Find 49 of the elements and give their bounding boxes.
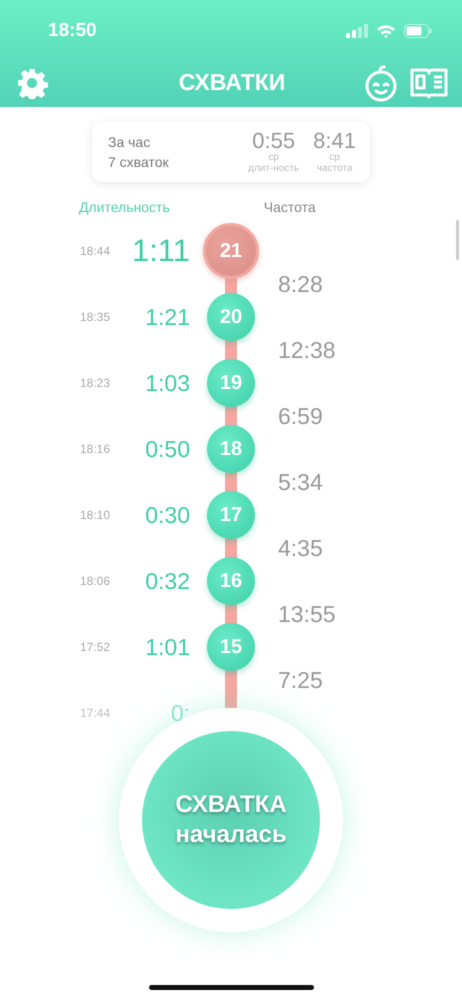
stat-caption: ср	[329, 153, 340, 163]
battery-icon	[404, 24, 432, 38]
contraction-node[interactable]: 18	[207, 425, 255, 473]
settings-icon	[16, 66, 48, 98]
start-time: 17:44	[78, 706, 110, 720]
open-book-icon	[410, 66, 448, 98]
duration-heading: Длительность	[79, 199, 170, 215]
contraction-count: 7 схваток	[108, 154, 170, 170]
stat-caption: длит-ность	[248, 164, 300, 174]
duration-value: 1:11	[130, 233, 190, 269]
signal-icon	[346, 24, 368, 38]
duration-value: 0:50	[144, 436, 190, 462]
contraction-node[interactable]: 16	[207, 557, 255, 605]
start-time: 18:06	[78, 574, 110, 588]
duration-value: 1:03	[144, 370, 190, 396]
interval-value: 5:34	[277, 468, 324, 496]
interval-value: 8:28	[277, 270, 324, 298]
period-label: За час	[108, 134, 152, 150]
start-time: 18:23	[78, 376, 110, 390]
contraction-node[interactable]: 17	[207, 491, 255, 539]
duration-value: 0:32	[144, 568, 190, 594]
stat-value: 0:55	[252, 130, 296, 152]
start-time: 18:10	[78, 508, 110, 522]
duration-value: 0:30	[144, 502, 190, 528]
status-time: 18:50	[48, 20, 97, 42]
interval-value: 7:25	[277, 666, 324, 694]
duration-value: 1:01	[144, 634, 190, 660]
scroll-indicator	[456, 220, 459, 260]
stat-caption: частота	[316, 164, 352, 174]
contraction-node[interactable]: 19	[207, 359, 255, 407]
contraction-node[interactable]: 21	[203, 223, 259, 279]
start-time: 18:16	[78, 442, 110, 456]
duration-value: 1:21	[144, 304, 190, 330]
stat-caption: ср	[268, 153, 279, 163]
wifi-icon	[376, 24, 396, 38]
interval-value: 12:38	[277, 336, 337, 364]
start-time: 18:35	[78, 310, 110, 324]
interval-value: 4:35	[277, 534, 324, 562]
stat-value: 8:41	[313, 130, 356, 152]
book-button[interactable]	[410, 66, 448, 98]
frequency-heading: Частота	[264, 199, 316, 215]
contraction-node[interactable]: 15	[207, 623, 255, 671]
interval-value: 6:59	[277, 402, 324, 430]
screen-title: СХВАТКИ	[178, 69, 286, 96]
contraction-node[interactable]: 20	[207, 293, 255, 341]
contraction-start-button[interactable]: СХВАТКА началась	[142, 731, 320, 909]
interval-value: 13:55	[277, 600, 337, 628]
start-time: 18:44	[78, 244, 110, 258]
start-time: 17:52	[78, 640, 110, 654]
